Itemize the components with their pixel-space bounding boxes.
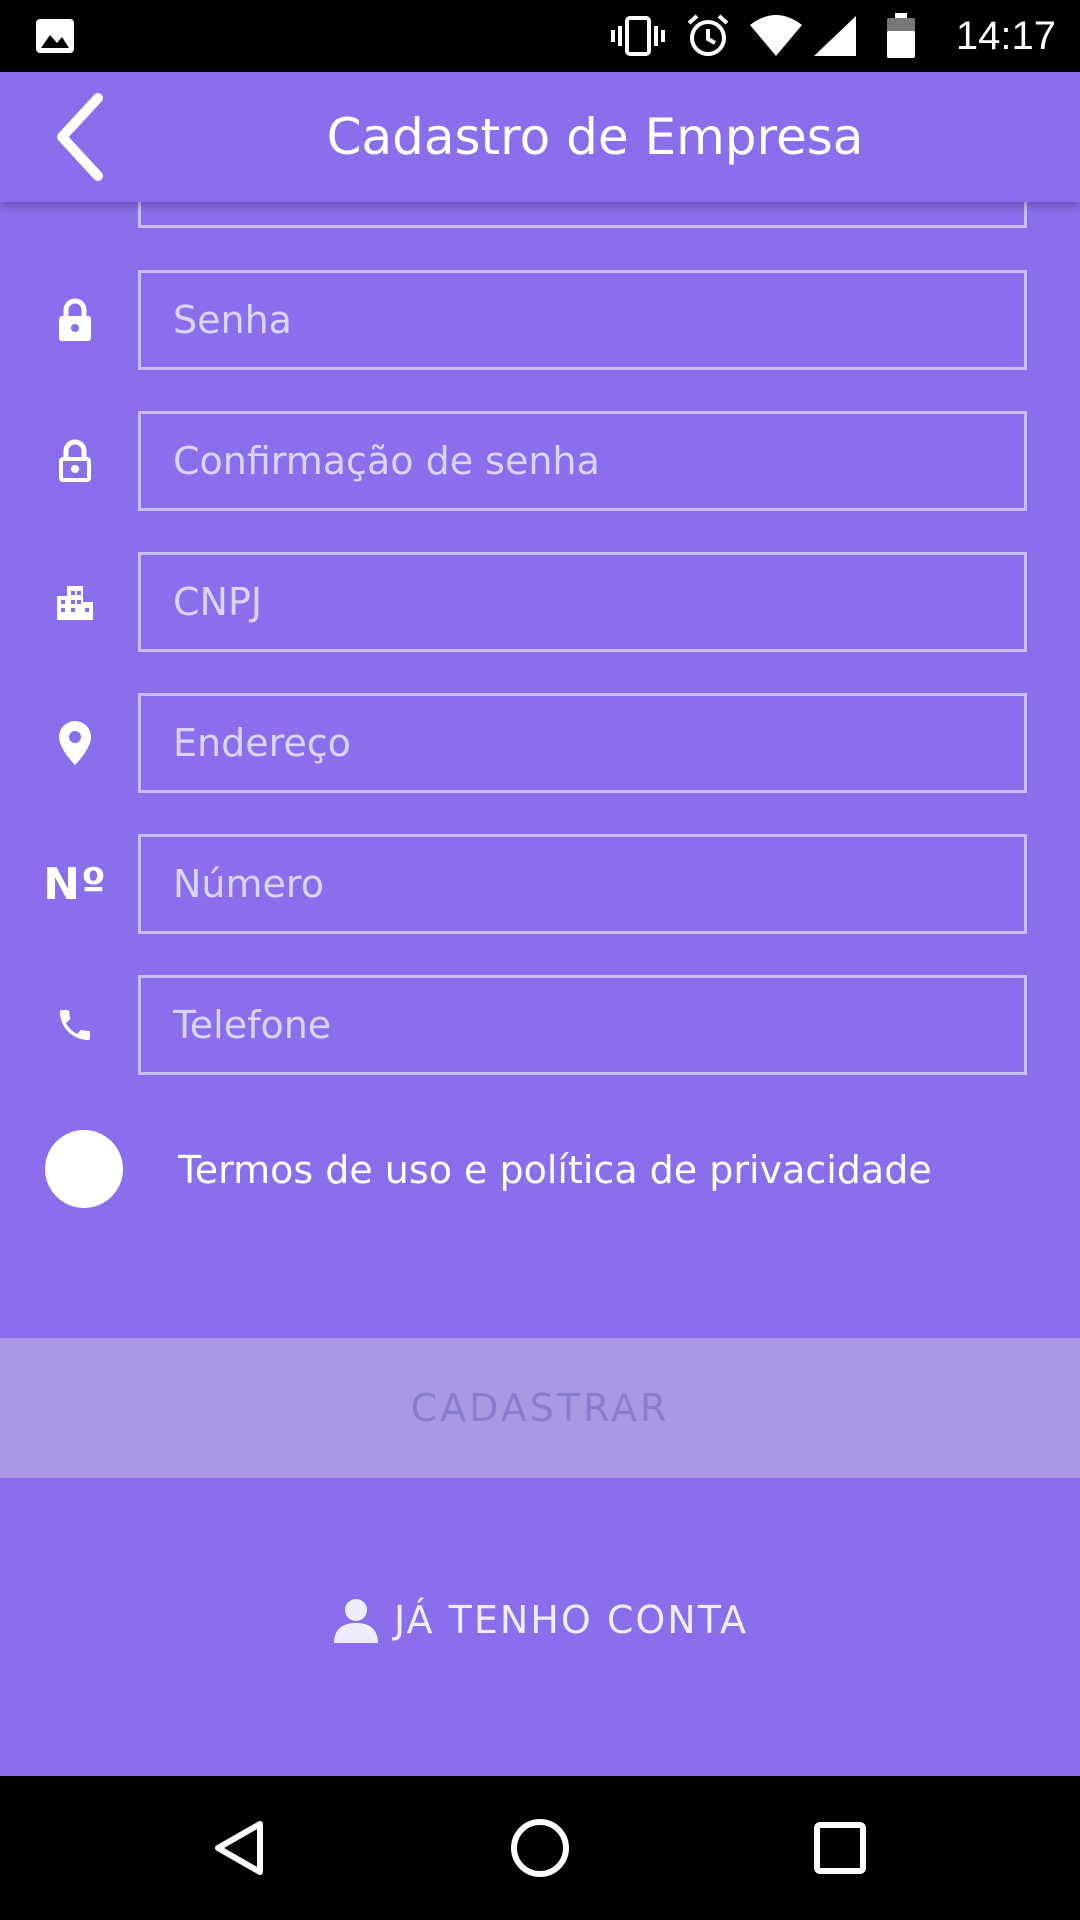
phone-input[interactable]: Telefone (138, 975, 1027, 1075)
square-recents-icon (814, 1822, 866, 1874)
terms-radio[interactable] (45, 1130, 123, 1208)
building-icon (30, 552, 120, 652)
person-icon (332, 1596, 380, 1644)
terms-label[interactable]: Termos de uso e política de privacidade (178, 1130, 932, 1210)
location-pin-icon (30, 693, 120, 793)
page-title: Cadastro de Empresa (326, 108, 864, 166)
have-account-label: JÁ TENHO CONTA (394, 1598, 748, 1642)
address-input[interactable]: Endereço (138, 693, 1027, 793)
password-confirm-row: Confirmação de senha (0, 411, 1080, 511)
status-time: 14:17 (955, 13, 1056, 58)
phone-icon (30, 975, 120, 1075)
status-bar: 14:17 (0, 0, 1080, 72)
nav-home-button[interactable] (490, 1798, 590, 1898)
lock-open-icon (30, 411, 120, 511)
password-confirm-input[interactable]: Confirmação de senha (138, 411, 1027, 511)
cnpj-input[interactable]: CNPJ (138, 552, 1027, 652)
image-notification-icon (30, 0, 80, 72)
cnpj-row: CNPJ (0, 552, 1080, 652)
app-bar: Cadastro de Empresa (0, 72, 1080, 202)
vibrate-icon (608, 0, 668, 72)
battery-icon (884, 0, 918, 72)
terms-row: Termos de uso e política de privacidade (0, 1130, 1080, 1210)
nav-back-button[interactable] (190, 1798, 290, 1898)
alarm-icon (682, 0, 734, 72)
have-account-button[interactable]: JÁ TENHO CONTA (0, 1580, 1080, 1660)
phone-row: Telefone (0, 975, 1080, 1075)
password-input[interactable]: Senha (138, 270, 1027, 370)
number-sign-icon: Nº (43, 858, 107, 910)
lock-icon (30, 270, 120, 370)
circle-home-icon (511, 1819, 569, 1877)
nav-recents-button[interactable] (790, 1798, 890, 1898)
navigation-bar (0, 1776, 1080, 1920)
number-input[interactable]: Número (138, 834, 1027, 934)
triangle-back-icon (215, 1821, 263, 1875)
wifi-icon (748, 0, 804, 72)
address-row: Endereço (0, 693, 1080, 793)
signal-icon (812, 0, 858, 72)
register-button[interactable]: CADASTRAR (0, 1338, 1080, 1478)
number-row: Nº Número (0, 834, 1080, 934)
password-row: Senha (0, 270, 1080, 370)
